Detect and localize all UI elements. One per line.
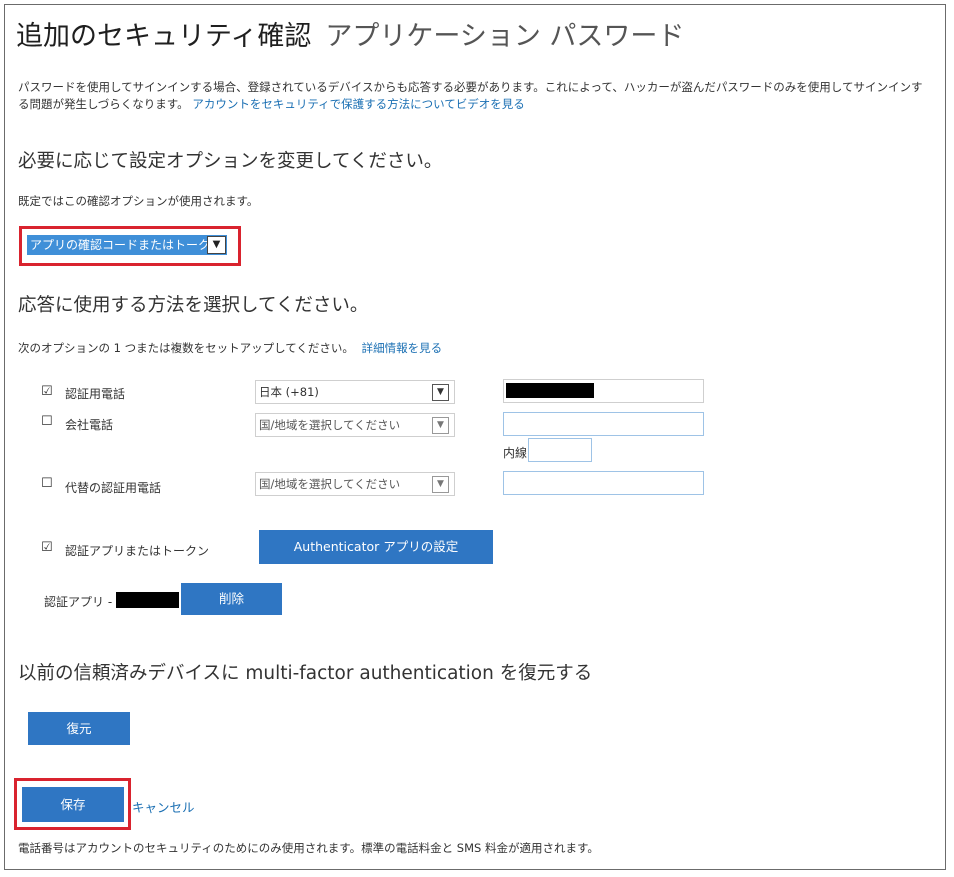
restore-heading: 以前の信頼済みデバイスに multi-factor authentication… — [18, 663, 593, 684]
office-phone-country-value: 国/地域を選択してください — [259, 418, 401, 432]
alt-phone-country-value: 国/地域を選択してください — [259, 477, 401, 491]
checkbox-auth-app[interactable]: ☑ — [41, 540, 53, 555]
chevron-down-icon: ▼ — [432, 476, 449, 493]
chevron-down-icon: ▼ — [207, 236, 226, 254]
learn-more-link[interactable]: 詳細情報を見る — [362, 341, 443, 355]
office-phone-country-select[interactable]: 国/地域を選択してください ▼ — [255, 413, 455, 437]
office-phone-number-input[interactable] — [503, 412, 704, 436]
checkbox-auth-phone[interactable]: ☑ — [41, 384, 53, 399]
checkbox-office-phone[interactable]: ☐ — [41, 414, 53, 429]
chevron-down-icon: ▼ — [432, 384, 449, 401]
options-heading: 必要に応じて設定オプションを変更してください。 — [18, 151, 443, 172]
footer-note: 電話番号はアカウントのセキュリティのためにのみ使用されます。標準の電話料金と S… — [18, 841, 599, 855]
authenticator-setup-button[interactable]: Authenticator アプリの設定 — [259, 530, 493, 564]
restore-button[interactable]: 復元 — [28, 712, 130, 745]
auth-phone-number-input[interactable] — [503, 379, 704, 403]
alt-phone-country-select[interactable]: 国/地域を選択してください ▼ — [255, 472, 455, 496]
page-frame — [4, 4, 946, 870]
methods-instruction-text: 次のオプションの 1 つまたは複数をセットアップしてください。 — [18, 341, 354, 355]
checkbox-alt-phone[interactable]: ☐ — [41, 476, 53, 491]
default-option-value: アプリの確認コードまたはトークン — [30, 238, 223, 252]
page-title-main: 追加のセキュリティ確認 — [16, 21, 312, 52]
default-note: 既定ではこの確認オプションが使用されます。 — [18, 194, 259, 208]
alt-phone-label: 代替の認証用電話 — [65, 481, 162, 495]
methods-instruction: 次のオプションの 1 つまたは複数をセットアップしてください。 詳細情報を見る — [18, 340, 442, 356]
auth-phone-country-select[interactable]: 日本 (+81) ▼ — [255, 380, 455, 404]
page-title-sub: アプリケーション パスワード — [325, 21, 685, 52]
redacted-phone-number — [506, 383, 594, 398]
intro-paragraph: パスワードを使用してサインインする場合、登録されているデバイスからも応答する必要… — [18, 79, 933, 113]
alt-phone-number-input[interactable] — [503, 471, 704, 495]
delete-app-button[interactable]: 削除 — [181, 583, 282, 615]
auth-app-label: 認証アプリまたはトークン — [65, 544, 210, 558]
default-option-select[interactable]: アプリの確認コードまたはトークン ▼ — [27, 235, 227, 255]
page-title: 追加のセキュリティ確認 アプリケーション パスワード — [16, 14, 684, 53]
auth-app-entry-label: 認証アプリ - — [44, 595, 113, 609]
office-phone-label: 会社電話 — [65, 418, 114, 432]
redacted-app-name — [116, 592, 179, 608]
video-link[interactable]: アカウントをセキュリティで保護する方法についてビデオを見る — [192, 97, 524, 111]
extension-input[interactable] — [528, 438, 592, 462]
methods-heading: 応答に使用する方法を選択してください。 — [18, 295, 369, 316]
cancel-link[interactable]: キャンセル — [132, 797, 195, 816]
save-button[interactable]: 保存 — [22, 787, 124, 822]
auth-phone-country-value: 日本 (+81) — [259, 385, 319, 399]
auth-phone-label: 認証用電話 — [65, 387, 126, 401]
chevron-down-icon: ▼ — [432, 417, 449, 434]
extension-label: 内線 — [503, 446, 528, 460]
